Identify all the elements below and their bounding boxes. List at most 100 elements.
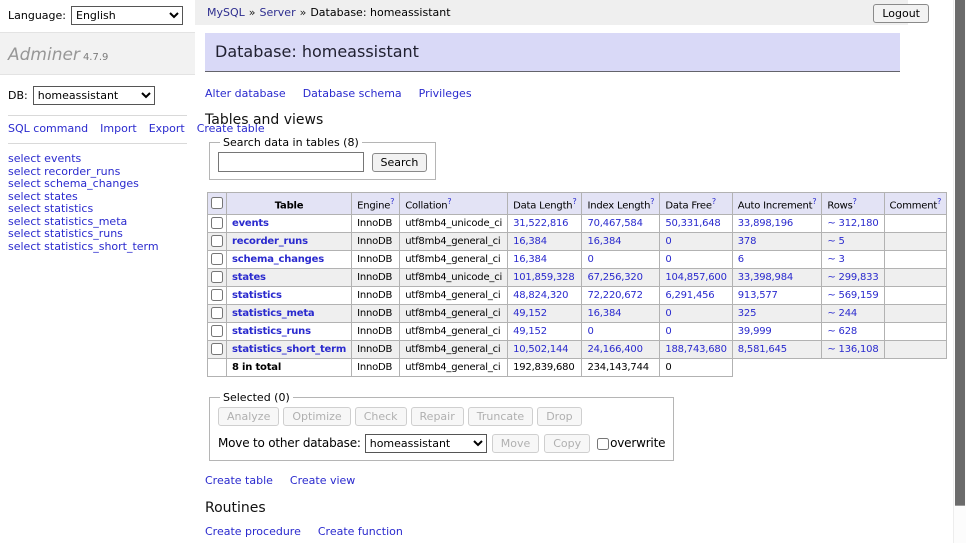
data-length-link[interactable]: 49,152 — [513, 326, 547, 337]
index-length-link[interactable]: 0 — [587, 254, 593, 265]
index-length-link[interactable]: 67,256,320 — [587, 272, 642, 283]
data-free-link[interactable]: 6,291,456 — [665, 290, 714, 301]
search-button[interactable]: Search — [372, 153, 428, 172]
select-all-checkbox[interactable] — [211, 197, 223, 209]
rows-link[interactable]: ~ 3 — [827, 254, 844, 265]
row-checkbox[interactable] — [211, 235, 223, 247]
data-free-link[interactable]: 104,857,600 — [665, 272, 726, 283]
bulk-action-button[interactable]: Check — [355, 407, 407, 426]
table-name-link[interactable]: statistics — [232, 290, 282, 301]
row-checkbox[interactable] — [211, 343, 223, 355]
sidebar-action-link[interactable]: SQL command — [8, 122, 88, 135]
vertical-scrollbar[interactable] — [953, 0, 966, 543]
overwrite-option[interactable]: overwrite — [597, 436, 665, 450]
move-database-select[interactable]: homeassistant — [365, 434, 487, 453]
rows-link[interactable]: ~ 569,159 — [827, 290, 878, 301]
search-input[interactable] — [218, 152, 364, 172]
row-checkbox[interactable] — [211, 271, 223, 283]
table-name-link[interactable]: statistics_meta — [232, 308, 314, 319]
copy-button[interactable]: Copy — [544, 434, 590, 453]
sidebar-table-link[interactable]: select statistics_short_term — [8, 241, 187, 254]
database-action-link[interactable]: Privileges — [419, 87, 472, 100]
sidebar-table-link[interactable]: select statistics — [8, 203, 187, 216]
sidebar-action-link[interactable]: Import — [100, 122, 137, 135]
auto-increment-link[interactable]: 378 — [738, 236, 757, 247]
bulk-action-button[interactable]: Truncate — [468, 407, 533, 426]
auto-increment-link[interactable]: 325 — [738, 308, 757, 319]
sidebar-action-link[interactable]: Export — [149, 122, 185, 135]
auto-increment-link[interactable]: 33,398,984 — [738, 272, 793, 283]
data-free-link[interactable]: 50,331,648 — [665, 218, 720, 229]
bulk-action-button[interactable]: Repair — [411, 407, 464, 426]
data-free-link[interactable]: 0 — [665, 254, 671, 265]
column-help-link[interactable]: ? — [447, 197, 451, 206]
overwrite-checkbox[interactable] — [597, 438, 609, 450]
column-help-link[interactable]: ? — [572, 197, 576, 206]
table-name-link[interactable]: events — [232, 218, 269, 229]
rows-link[interactable]: ~ 628 — [827, 326, 857, 337]
bulk-action-button[interactable]: Analyze — [218, 407, 279, 426]
auto-increment-link[interactable]: 39,999 — [738, 326, 772, 337]
data-length-link[interactable]: 31,522,816 — [513, 218, 568, 229]
sidebar-table-link[interactable]: select events — [8, 153, 187, 166]
data-length-link[interactable]: 10,502,144 — [513, 344, 568, 355]
auto-increment-link[interactable]: 33,898,196 — [738, 218, 793, 229]
rows-link[interactable]: ~ 136,108 — [827, 344, 878, 355]
logout-button[interactable]: Logout — [873, 4, 929, 23]
app-name[interactable]: Adminer — [8, 45, 80, 65]
db-select[interactable]: homeassistant — [33, 86, 155, 105]
rows-link[interactable]: ~ 5 — [827, 236, 844, 247]
column-help-link[interactable]: ? — [390, 197, 394, 206]
bulk-action-button[interactable]: Optimize — [283, 407, 350, 426]
data-length-link[interactable]: 16,384 — [513, 254, 547, 265]
routine-create-link[interactable]: Create function — [318, 525, 403, 538]
table-name-link[interactable]: schema_changes — [232, 254, 324, 265]
auto-increment-link[interactable]: 6 — [738, 254, 744, 265]
index-length-link[interactable]: 0 — [587, 326, 593, 337]
data-length-link[interactable]: 101,859,328 — [513, 272, 574, 283]
table-name-link[interactable]: statistics_short_term — [232, 344, 346, 355]
language-select[interactable]: English — [71, 6, 183, 25]
create-link[interactable]: Create view — [290, 474, 355, 487]
row-checkbox[interactable] — [211, 307, 223, 319]
data-length-link[interactable]: 48,824,320 — [513, 290, 568, 301]
row-checkbox[interactable] — [211, 325, 223, 337]
rows-link[interactable]: ~ 312,180 — [827, 218, 878, 229]
index-length-link[interactable]: 70,467,584 — [587, 218, 642, 229]
auto-increment-link[interactable]: 8,581,645 — [738, 344, 787, 355]
auto-increment-link[interactable]: 913,577 — [738, 290, 778, 301]
index-length-link[interactable]: 16,384 — [587, 236, 621, 247]
data-free-link[interactable]: 0 — [665, 326, 671, 337]
sidebar-table-link[interactable]: select schema_changes — [8, 178, 187, 191]
row-checkbox[interactable] — [211, 217, 223, 229]
column-help-link[interactable]: ? — [712, 197, 716, 206]
column-help-link[interactable]: ? — [853, 197, 857, 206]
row-checkbox[interactable] — [211, 253, 223, 265]
index-length-link[interactable]: 16,384 — [587, 308, 621, 319]
database-action-link[interactable]: Database schema — [303, 87, 402, 100]
bulk-action-button[interactable]: Drop — [537, 407, 581, 426]
breadcrumb-server-link[interactable]: Server — [260, 6, 296, 19]
database-action-link[interactable]: Alter database — [205, 87, 286, 100]
scrollbar-thumb[interactable] — [955, 0, 965, 506]
create-link[interactable]: Create table — [205, 474, 273, 487]
column-help-link[interactable]: ? — [812, 197, 816, 206]
table-name-link[interactable]: states — [232, 272, 266, 283]
row-checkbox[interactable] — [211, 289, 223, 301]
data-free-link[interactable]: 188,743,680 — [665, 344, 726, 355]
data-length-link[interactable]: 16,384 — [513, 236, 547, 247]
table-name-link[interactable]: recorder_runs — [232, 236, 308, 247]
data-length-link[interactable]: 49,152 — [513, 308, 547, 319]
column-help-link[interactable]: ? — [650, 197, 654, 206]
index-length-link[interactable]: 72,220,672 — [587, 290, 642, 301]
move-button[interactable]: Move — [492, 434, 540, 453]
rows-link[interactable]: ~ 244 — [827, 308, 857, 319]
table-name-link[interactable]: statistics_runs — [232, 326, 311, 337]
index-length-link[interactable]: 24,166,400 — [587, 344, 642, 355]
breadcrumb-server-type-link[interactable]: MySQL — [207, 6, 245, 19]
column-help-link[interactable]: ? — [937, 197, 941, 206]
sidebar-table-link[interactable]: select statistics_runs — [8, 228, 187, 241]
data-free-link[interactable]: 0 — [665, 236, 671, 247]
rows-link[interactable]: ~ 299,833 — [827, 272, 878, 283]
routine-create-link[interactable]: Create procedure — [205, 525, 301, 538]
